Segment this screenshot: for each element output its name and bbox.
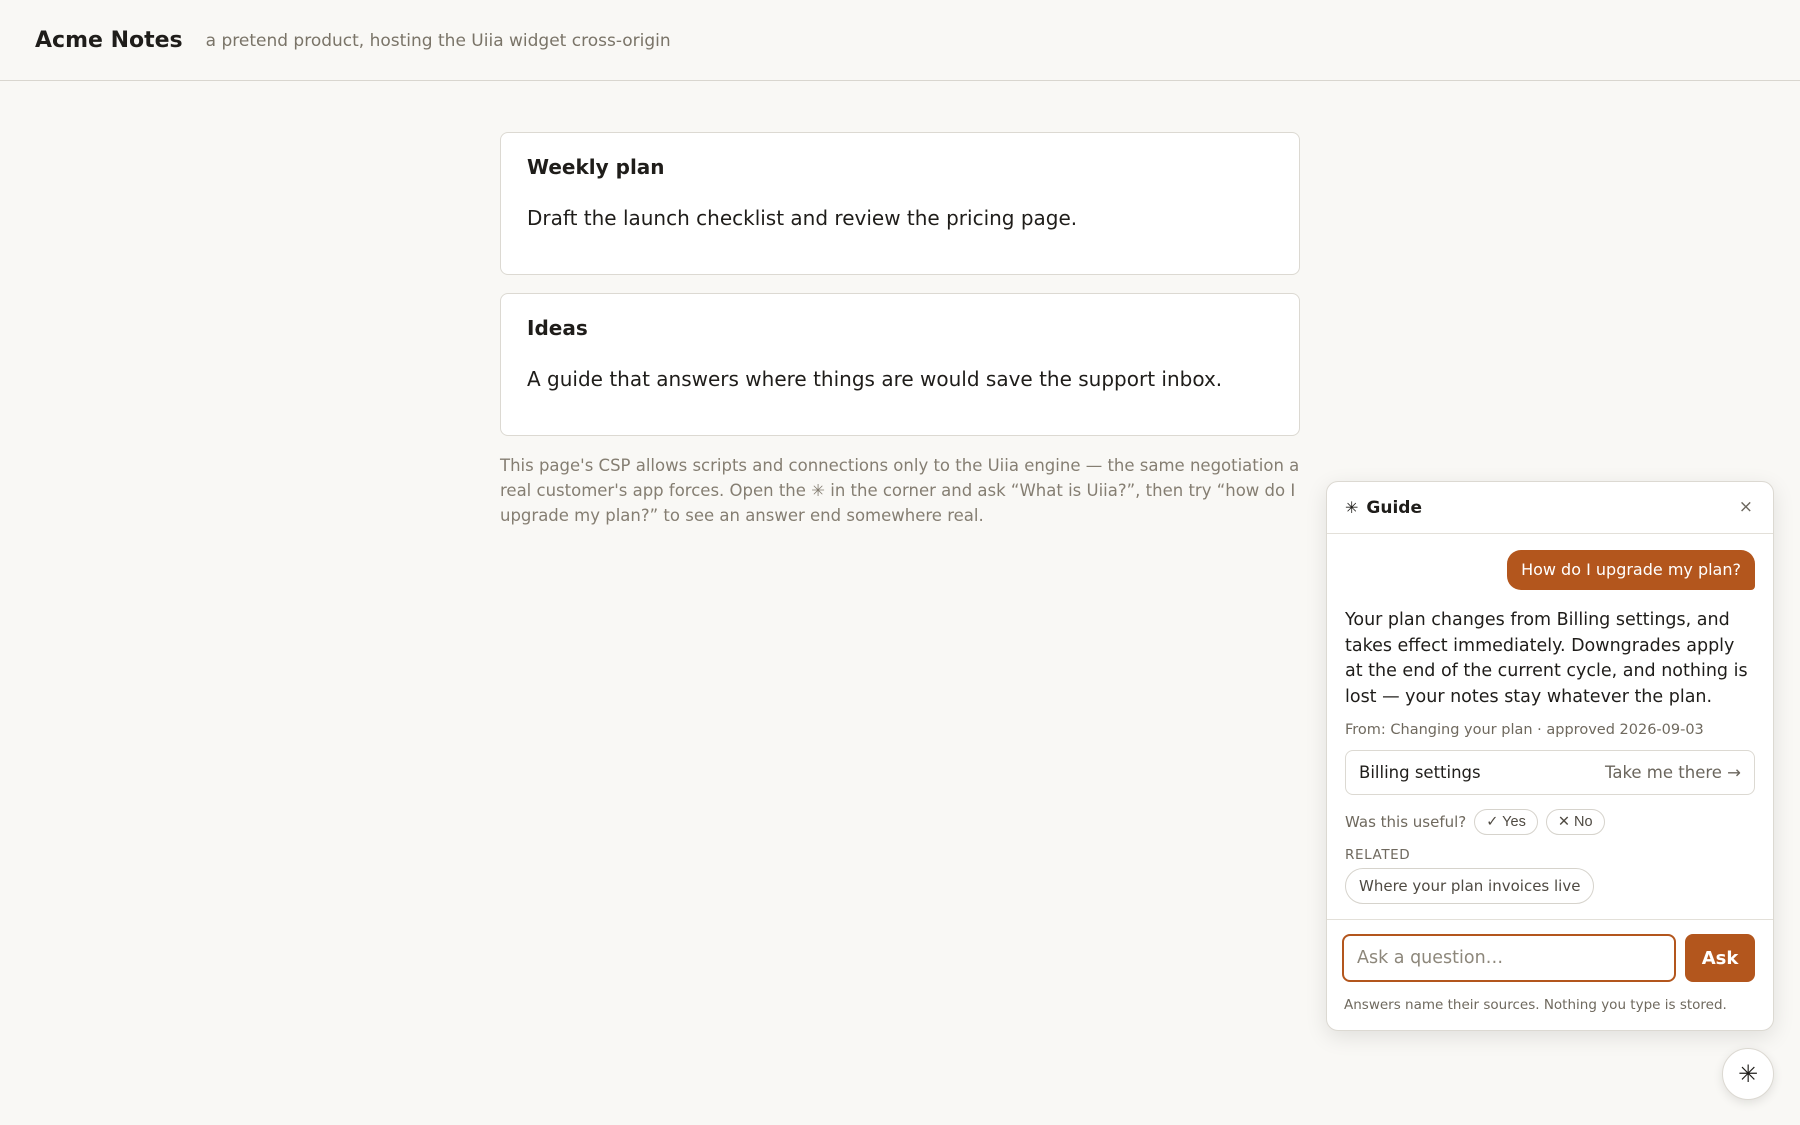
note-title: Ideas: [527, 316, 588, 340]
ask-row: Ask: [1342, 934, 1756, 982]
feedback-no-button[interactable]: ✕ No: [1545, 809, 1605, 835]
asterisk-icon: ✳: [1737, 1060, 1759, 1088]
question-input[interactable]: [1342, 934, 1676, 982]
feedback-label: Was this useful?: [1345, 813, 1467, 831]
note-card-ideas[interactable]: Ideas A guide that answers where things …: [500, 293, 1300, 436]
destination-name: Billing settings: [1359, 763, 1481, 782]
csp-explanation: This page's CSP allows scripts and conne…: [500, 456, 1300, 525]
related-label: RELATED: [1345, 847, 1411, 863]
brand-name: Acme Notes: [35, 27, 183, 53]
conversation: How do I upgrade my plan? Your plan chan…: [1327, 534, 1773, 904]
answer-text: Your plan changes from Billing settings,…: [1345, 610, 1748, 707]
asterisk-icon: ✳: [1345, 498, 1359, 517]
feedback-row: Was this useful? ✓ Yes ✕ No: [1345, 809, 1755, 835]
feedback-yes-button[interactable]: ✓ Yes: [1474, 809, 1538, 835]
note-body: A guide that answers where things are wo…: [527, 367, 1223, 391]
tagline: a pretend product, hosting the Uiia widg…: [205, 31, 671, 51]
user-message-row: How do I upgrade my plan?: [1345, 534, 1755, 590]
note-body: Draft the launch checklist and review th…: [527, 206, 1078, 230]
destination-link[interactable]: Billing settings Take me there →: [1345, 750, 1755, 795]
related-item[interactable]: Where your plan invoices live: [1345, 868, 1595, 904]
note-card-weekly-plan[interactable]: Weekly plan Draft the launch checklist a…: [500, 132, 1300, 275]
privacy-disclaimer: Answers name their sources. Nothing you …: [1344, 997, 1727, 1013]
user-message: How do I upgrade my plan?: [1507, 550, 1755, 590]
close-icon[interactable]: ×: [1739, 497, 1753, 517]
guide-launcher-button[interactable]: ✳: [1722, 1048, 1774, 1100]
ask-button[interactable]: Ask: [1685, 934, 1755, 982]
notes-main: Weekly plan Draft the launch checklist a…: [500, 132, 1300, 528]
take-me-there-link[interactable]: Take me there →: [1605, 763, 1741, 782]
note-title: Weekly plan: [527, 155, 665, 179]
answer-source: From: Changing your plan · approved 2026…: [1345, 722, 1704, 738]
widget-header: ✳ Guide ×: [1327, 482, 1773, 534]
widget-title: Guide: [1366, 497, 1422, 518]
top-bar: Acme Notes a pretend product, hosting th…: [0, 0, 1800, 81]
guide-widget: ✳ Guide × How do I upgrade my plan? Your…: [1326, 481, 1774, 1031]
widget-footer: Ask Answers name their sources. Nothing …: [1327, 919, 1773, 1030]
